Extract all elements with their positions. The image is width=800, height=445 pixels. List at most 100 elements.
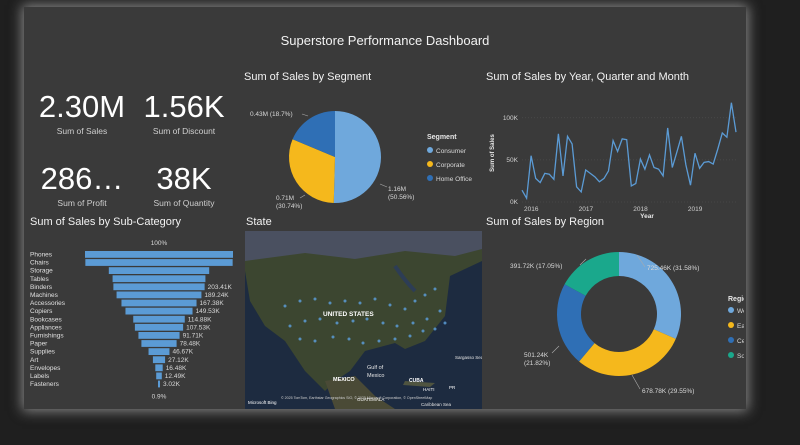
legend-marker — [728, 352, 734, 358]
kpi-discount-label: Sum of Discount — [152, 126, 216, 136]
legend-marker — [427, 161, 433, 167]
region-legend-item: West — [737, 308, 744, 315]
region-legend-item: Central — [737, 338, 744, 345]
segment-legend-item: Consumer — [436, 148, 467, 155]
kpi-quantity-label: Sum of Quantity — [153, 198, 215, 208]
subcat-chart-title: Sum of Sales by Sub-Category — [30, 216, 182, 228]
state-bubble — [421, 329, 425, 333]
bar-data-label: 167.38K — [200, 300, 225, 307]
funnel-bar — [138, 332, 180, 339]
y-tick-label: 100K — [503, 115, 519, 122]
bar-data-label: 149.53K — [196, 308, 221, 315]
funnel-bar — [85, 251, 233, 258]
state-bubble — [443, 321, 447, 325]
y-axis-title: Sum of Sales — [490, 134, 496, 172]
segment-label-consumer: 1.16M — [388, 186, 406, 193]
region-label-south: 391.72K (17.05%) — [510, 263, 562, 270]
state-map-canvas: UNITED STATESMEXICOGulf ofMexicoCUBAGUAT… — [245, 231, 482, 409]
bar-data-label: 203.41K — [208, 284, 233, 291]
bar-data-label: 107.53K — [186, 324, 211, 331]
state-bubble — [425, 317, 429, 321]
segment-pie-chart[interactable]: 1.16M(50.56%) 0.71M(30.74%) 0.43M (18.7%) S… — [242, 87, 482, 219]
bar-data-label: 91.71K — [183, 333, 204, 340]
state-bubble — [283, 304, 287, 308]
bar-data-label: 12.49K — [165, 373, 186, 380]
category-label: Appliances — [30, 324, 63, 331]
category-label: Paper — [30, 341, 48, 348]
subcategory-funnel-chart[interactable]: 100% PhonesChairsStorageTablesBinders 203.… — [24, 229, 242, 409]
state-bubble — [361, 341, 365, 345]
state-bubble — [395, 324, 399, 328]
funnel-bar — [133, 315, 185, 323]
funnel-bar — [125, 307, 193, 315]
region-label-east: 678.78K (29.55%) — [642, 388, 694, 395]
state-bubble — [358, 301, 362, 305]
category-label: Envelopes — [30, 365, 61, 372]
segment-legend-item: Home Office — [436, 176, 472, 183]
state-bubble — [433, 287, 437, 291]
x-axis-title: Year — [640, 213, 654, 219]
region-label-central: (21.82%) — [524, 360, 550, 367]
category-label: Labels — [30, 373, 50, 380]
bar-data-label: 3.02K — [163, 381, 181, 388]
dashboard-title: Superstore Performance Dashboard — [280, 33, 490, 48]
state-bubble — [343, 299, 347, 303]
trend-chart-title: Sum of Sales by Year, Quarter and Month — [486, 71, 690, 83]
state-bubble — [377, 339, 381, 343]
map-copyright: © 2025 TomTom, Earthstar Geographics SIO… — [281, 396, 432, 400]
region-donut-chart[interactable]: 725.46K (31.58%) 678.78K (29.55%) 501.24K(… — [482, 231, 744, 407]
region-legend-title: Region — [728, 296, 744, 303]
state-bubble — [303, 319, 307, 323]
state-bubble — [403, 307, 407, 311]
segment-legend-title: Segment — [427, 134, 457, 141]
funnel-bar — [155, 364, 163, 372]
state-bubble — [373, 297, 377, 301]
map-label-pr: PR — [449, 385, 456, 390]
map-label-mexico: MEXICO — [333, 377, 355, 383]
region-label-west: 725.46K (31.58%) — [647, 265, 699, 272]
sales-trend-line-chart[interactable]: 0K 50K 100K 2016 2017 2018 2019 Year Sum of Sale… — [482, 87, 744, 219]
segment-chart-title: Sum of Sales by Segment — [244, 71, 372, 83]
category-label: Machines — [30, 292, 59, 299]
legend-marker — [728, 337, 734, 343]
category-label: Chairs — [30, 260, 50, 267]
funnel-bar — [156, 372, 162, 380]
state-bubble — [438, 309, 442, 313]
state-bubble — [423, 293, 427, 297]
funnel-bar — [121, 299, 197, 307]
region-legend-item: South — [737, 353, 744, 360]
region-slice-east — [579, 329, 676, 376]
funnel-bar — [113, 283, 205, 291]
sales-line — [521, 102, 737, 201]
segment-label-corporate: (30.74%) — [276, 203, 302, 210]
map-label-cuba: CUBA — [409, 378, 424, 384]
funnel-bar — [148, 348, 170, 355]
map-label-gulf: Mexico — [367, 373, 384, 379]
category-label: Furnishings — [30, 333, 64, 340]
bar-data-label: 16.48K — [166, 365, 187, 372]
category-label: Supplies — [30, 349, 56, 356]
state-map[interactable]: UNITED STATES MEXICO Gulf of Mexico CUBA GUAT… — [245, 231, 482, 409]
state-bubble — [351, 319, 355, 323]
category-label: Phones — [30, 252, 53, 259]
funnel-bar — [85, 259, 233, 266]
category-label: Binders — [30, 284, 53, 291]
segment-label-home-office: 0.43M (18.7%) — [250, 111, 293, 118]
funnel-top-label: 100% — [151, 240, 168, 247]
state-bubble — [313, 297, 317, 301]
legend-marker — [427, 175, 433, 181]
kpi-quantity-value: 38K — [156, 161, 212, 196]
leader-line — [299, 194, 306, 199]
legend-marker — [427, 147, 433, 153]
funnel-bar — [108, 267, 210, 274]
map-label-haiti: HAITI — [423, 387, 435, 392]
funnel-bar — [141, 340, 177, 347]
state-bubble — [313, 339, 317, 343]
leader-line — [301, 113, 309, 117]
bar-data-label: 78.48K — [180, 341, 201, 348]
state-bubble — [335, 321, 339, 325]
category-label: Bookcases — [30, 316, 63, 323]
y-tick-label: 50K — [506, 157, 518, 164]
funnel-bar — [116, 291, 202, 299]
funnel-bar — [152, 356, 166, 364]
